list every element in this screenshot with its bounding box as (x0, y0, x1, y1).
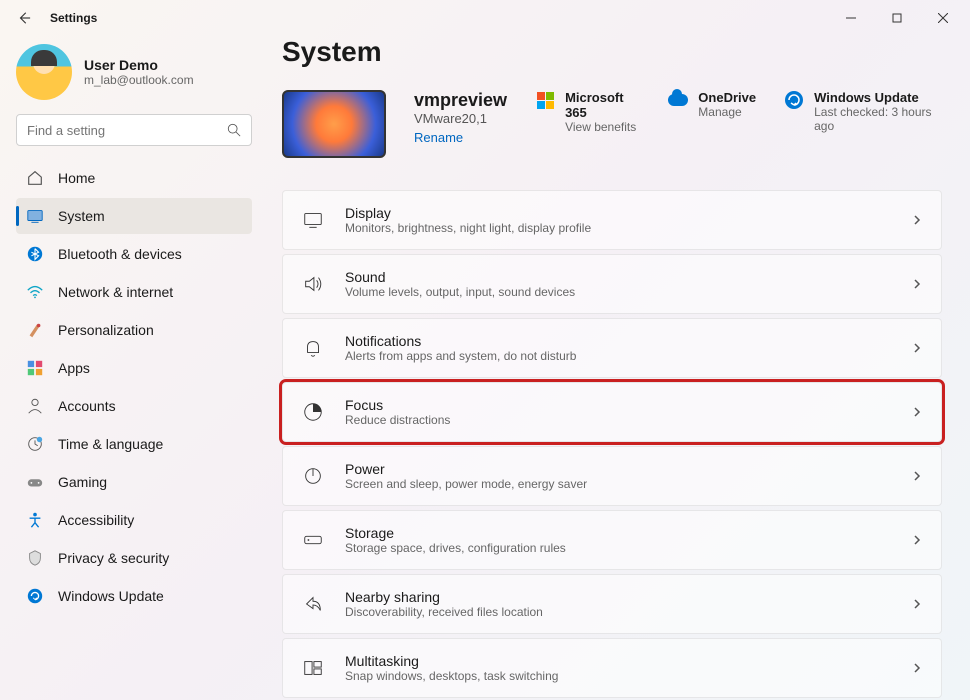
page-title: System (282, 36, 942, 68)
minimize-button[interactable] (828, 2, 874, 34)
content-area: System vmpreview VMware20,1 Rename Micro… (262, 36, 970, 700)
bell-icon (301, 336, 325, 360)
sidebar-item-label: Accounts (58, 398, 116, 414)
focus-icon (301, 400, 325, 424)
wifi-icon (26, 283, 44, 301)
cloud-icon (668, 90, 688, 110)
rename-link[interactable]: Rename (414, 130, 507, 145)
system-icon (26, 207, 44, 225)
chevron-right-icon (911, 406, 923, 418)
chevron-right-icon (911, 534, 923, 546)
chevron-right-icon (911, 342, 923, 354)
settings-list: DisplayMonitors, brightness, night light… (282, 190, 942, 698)
microsoft-icon (535, 90, 555, 110)
sync-icon (784, 90, 804, 110)
sidebar-item-label: Home (58, 170, 95, 186)
search-box[interactable] (16, 114, 252, 146)
sidebar-item-apps[interactable]: Apps (16, 350, 252, 386)
sidebar-item-system[interactable]: System (16, 198, 252, 234)
sidebar-item-bluetooth[interactable]: Bluetooth & devices (16, 236, 252, 272)
home-icon (26, 169, 44, 187)
close-icon (938, 13, 948, 23)
profile-email: m_lab@outlook.com (84, 73, 194, 87)
setting-multitasking[interactable]: MultitaskingSnap windows, desktops, task… (282, 638, 942, 698)
clock-icon (26, 435, 44, 453)
search-icon (227, 123, 241, 137)
close-button[interactable] (920, 2, 966, 34)
profile-name: User Demo (84, 57, 194, 73)
sidebar-item-winupdate[interactable]: Windows Update (16, 578, 252, 614)
status-onedrive[interactable]: OneDriveManage (668, 90, 756, 119)
maximize-icon (892, 13, 902, 23)
status-winupdate[interactable]: Windows UpdateLast checked: 3 hours ago (784, 90, 942, 133)
chevron-right-icon (911, 278, 923, 290)
sidebar-item-label: System (58, 208, 105, 224)
sidebar-item-label: Network & internet (58, 284, 173, 300)
window-title: Settings (50, 11, 97, 25)
update-icon (26, 587, 44, 605)
setting-display[interactable]: DisplayMonitors, brightness, night light… (282, 190, 942, 250)
device-model: VMware20,1 (414, 111, 507, 126)
gamepad-icon (26, 473, 44, 491)
avatar (16, 44, 72, 100)
titlebar: Settings (0, 0, 970, 36)
status-m365[interactable]: Microsoft 365View benefits (535, 90, 640, 134)
sidebar-item-label: Apps (58, 360, 90, 376)
multitask-icon (301, 656, 325, 680)
setting-notifications[interactable]: NotificationsAlerts from apps and system… (282, 318, 942, 378)
setting-power[interactable]: PowerScreen and sleep, power mode, energ… (282, 446, 942, 506)
sidebar-item-gaming[interactable]: Gaming (16, 464, 252, 500)
sidebar-item-label: Personalization (58, 322, 154, 338)
setting-sound[interactable]: SoundVolume levels, output, input, sound… (282, 254, 942, 314)
setting-nearby[interactable]: Nearby sharingDiscoverability, received … (282, 574, 942, 634)
bluetooth-icon (26, 245, 44, 263)
sidebar-item-label: Privacy & security (58, 550, 169, 566)
sidebar-item-label: Time & language (58, 436, 163, 452)
back-button[interactable] (4, 2, 44, 34)
apps-icon (26, 359, 44, 377)
chevron-right-icon (911, 470, 923, 482)
sidebar-item-label: Bluetooth & devices (58, 246, 182, 262)
device-row: vmpreview VMware20,1 Rename Microsoft 36… (282, 90, 942, 158)
sidebar-item-label: Windows Update (58, 588, 164, 604)
sidebar-item-accessibility[interactable]: Accessibility (16, 502, 252, 538)
chevron-right-icon (911, 214, 923, 226)
sidebar-item-privacy[interactable]: Privacy & security (16, 540, 252, 576)
chevron-right-icon (911, 662, 923, 674)
setting-focus[interactable]: FocusReduce distractions (282, 382, 942, 442)
sidebar-item-label: Accessibility (58, 512, 134, 528)
sidebar-item-label: Gaming (58, 474, 107, 490)
storage-icon (301, 528, 325, 552)
power-icon (301, 464, 325, 488)
sidebar-item-personalization[interactable]: Personalization (16, 312, 252, 348)
sidebar: User Demo m_lab@outlook.com Home System … (0, 36, 262, 700)
sound-icon (301, 272, 325, 296)
display-icon (301, 208, 325, 232)
profile-block[interactable]: User Demo m_lab@outlook.com (16, 36, 252, 114)
window-controls (828, 2, 966, 34)
arrow-left-icon (17, 11, 31, 25)
person-icon (26, 397, 44, 415)
share-icon (301, 592, 325, 616)
search-input[interactable] (27, 123, 227, 138)
sidebar-item-network[interactable]: Network & internet (16, 274, 252, 310)
setting-storage[interactable]: StorageStorage space, drives, configurat… (282, 510, 942, 570)
sidebar-item-home[interactable]: Home (16, 160, 252, 196)
sidebar-item-time[interactable]: Time & language (16, 426, 252, 462)
nav-list: Home System Bluetooth & devices Network … (16, 160, 252, 614)
sidebar-item-accounts[interactable]: Accounts (16, 388, 252, 424)
accessibility-icon (26, 511, 44, 529)
brush-icon (26, 321, 44, 339)
shield-icon (26, 549, 44, 567)
chevron-right-icon (911, 598, 923, 610)
device-name: vmpreview (414, 90, 507, 111)
device-thumbnail[interactable] (282, 90, 386, 158)
minimize-icon (846, 13, 856, 23)
maximize-button[interactable] (874, 2, 920, 34)
